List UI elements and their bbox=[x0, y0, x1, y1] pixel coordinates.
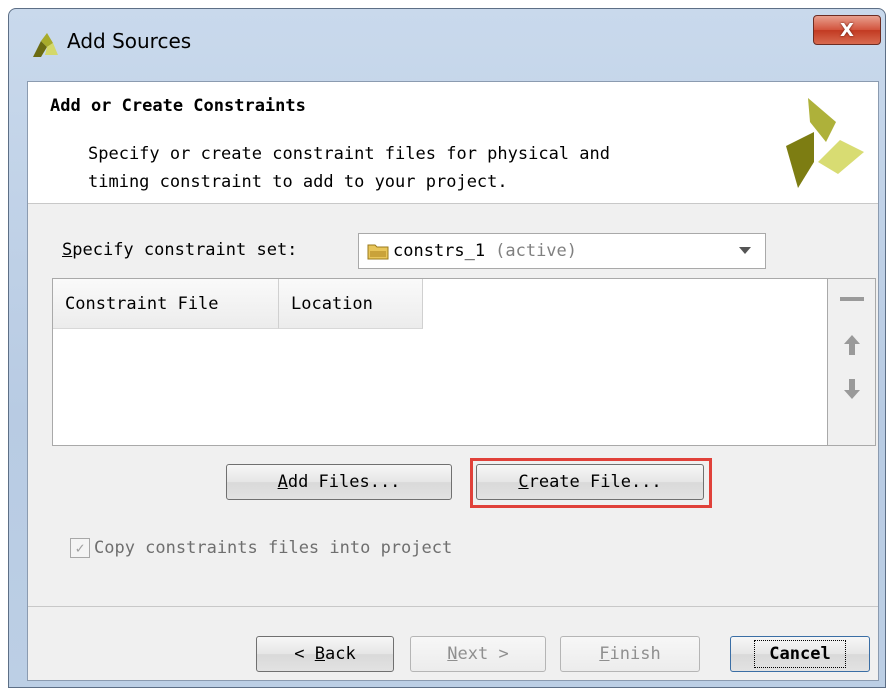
xilinx-logo-icon bbox=[33, 33, 58, 57]
xilinx-logo-icon bbox=[786, 98, 864, 188]
constraint-set-select[interactable]: constrs_1 (active) bbox=[358, 233, 766, 269]
table-toolbar bbox=[828, 278, 876, 446]
label-text: pecify constraint set: bbox=[72, 240, 298, 260]
title-bar: Add Sources X bbox=[9, 9, 885, 79]
footer-divider bbox=[28, 606, 878, 607]
close-button[interactable]: X bbox=[813, 15, 881, 45]
constraint-set-name: constrs_1 bbox=[393, 241, 486, 261]
finish-mnemonic: F bbox=[599, 644, 610, 664]
table-header: Constraint File Location bbox=[53, 279, 423, 329]
finish-label: inish bbox=[609, 644, 661, 664]
add-files-button[interactable]: Add Files... bbox=[226, 464, 452, 500]
arrow-down-icon bbox=[844, 379, 860, 399]
back-prefix: < bbox=[294, 644, 315, 664]
add-files-mnemonic: A bbox=[277, 472, 288, 492]
remove-button[interactable] bbox=[838, 285, 866, 313]
column-header-location[interactable]: Location bbox=[279, 279, 423, 329]
finish-button[interactable]: Finish bbox=[560, 636, 700, 672]
create-file-button[interactable]: Create File... bbox=[476, 464, 704, 500]
window-title: Add Sources bbox=[67, 29, 192, 53]
wizard-header: Add or Create Constraints Specify or cre… bbox=[28, 82, 878, 204]
page-title: Add or Create Constraints bbox=[50, 96, 306, 116]
constraint-set-label: Specify constraint set: bbox=[62, 240, 297, 260]
cancel-label: Cancel bbox=[754, 640, 846, 668]
arrow-up-icon bbox=[844, 335, 860, 355]
constraint-files-table[interactable]: Constraint File Location bbox=[52, 278, 828, 446]
next-label: ext > bbox=[457, 644, 509, 664]
back-label: ack bbox=[325, 644, 356, 664]
copy-constraints-label: Copy constraints files into project bbox=[94, 538, 453, 558]
cancel-button[interactable]: Cancel bbox=[730, 636, 870, 672]
minus-icon bbox=[840, 297, 864, 301]
next-button[interactable]: Next > bbox=[410, 636, 546, 672]
chevron-down-icon[interactable] bbox=[739, 247, 751, 254]
create-file-label: reate File... bbox=[528, 472, 662, 492]
copy-constraints-option: ✓ Copy constraints files into project bbox=[70, 538, 452, 558]
close-icon: X bbox=[840, 19, 854, 41]
folder-icon bbox=[367, 244, 389, 260]
back-mnemonic: B bbox=[314, 644, 325, 664]
create-file-mnemonic: C bbox=[518, 472, 529, 492]
dialog-body: Add or Create Constraints Specify or cre… bbox=[27, 81, 879, 681]
move-up-button[interactable] bbox=[838, 331, 866, 359]
add-sources-window: Add Sources X Add or Create Constraints … bbox=[8, 8, 886, 688]
copy-constraints-checkbox[interactable]: ✓ bbox=[70, 538, 90, 558]
column-header-constraint-file[interactable]: Constraint File bbox=[53, 279, 279, 329]
next-mnemonic: N bbox=[447, 644, 458, 664]
page-description: Specify or create constraint files for p… bbox=[88, 144, 610, 192]
add-files-label: dd Files... bbox=[287, 472, 401, 492]
constraint-set-status: (active) bbox=[495, 241, 578, 261]
back-button[interactable]: < Back bbox=[256, 636, 394, 672]
move-down-button[interactable] bbox=[838, 375, 866, 403]
label-mnemonic: S bbox=[62, 240, 73, 260]
